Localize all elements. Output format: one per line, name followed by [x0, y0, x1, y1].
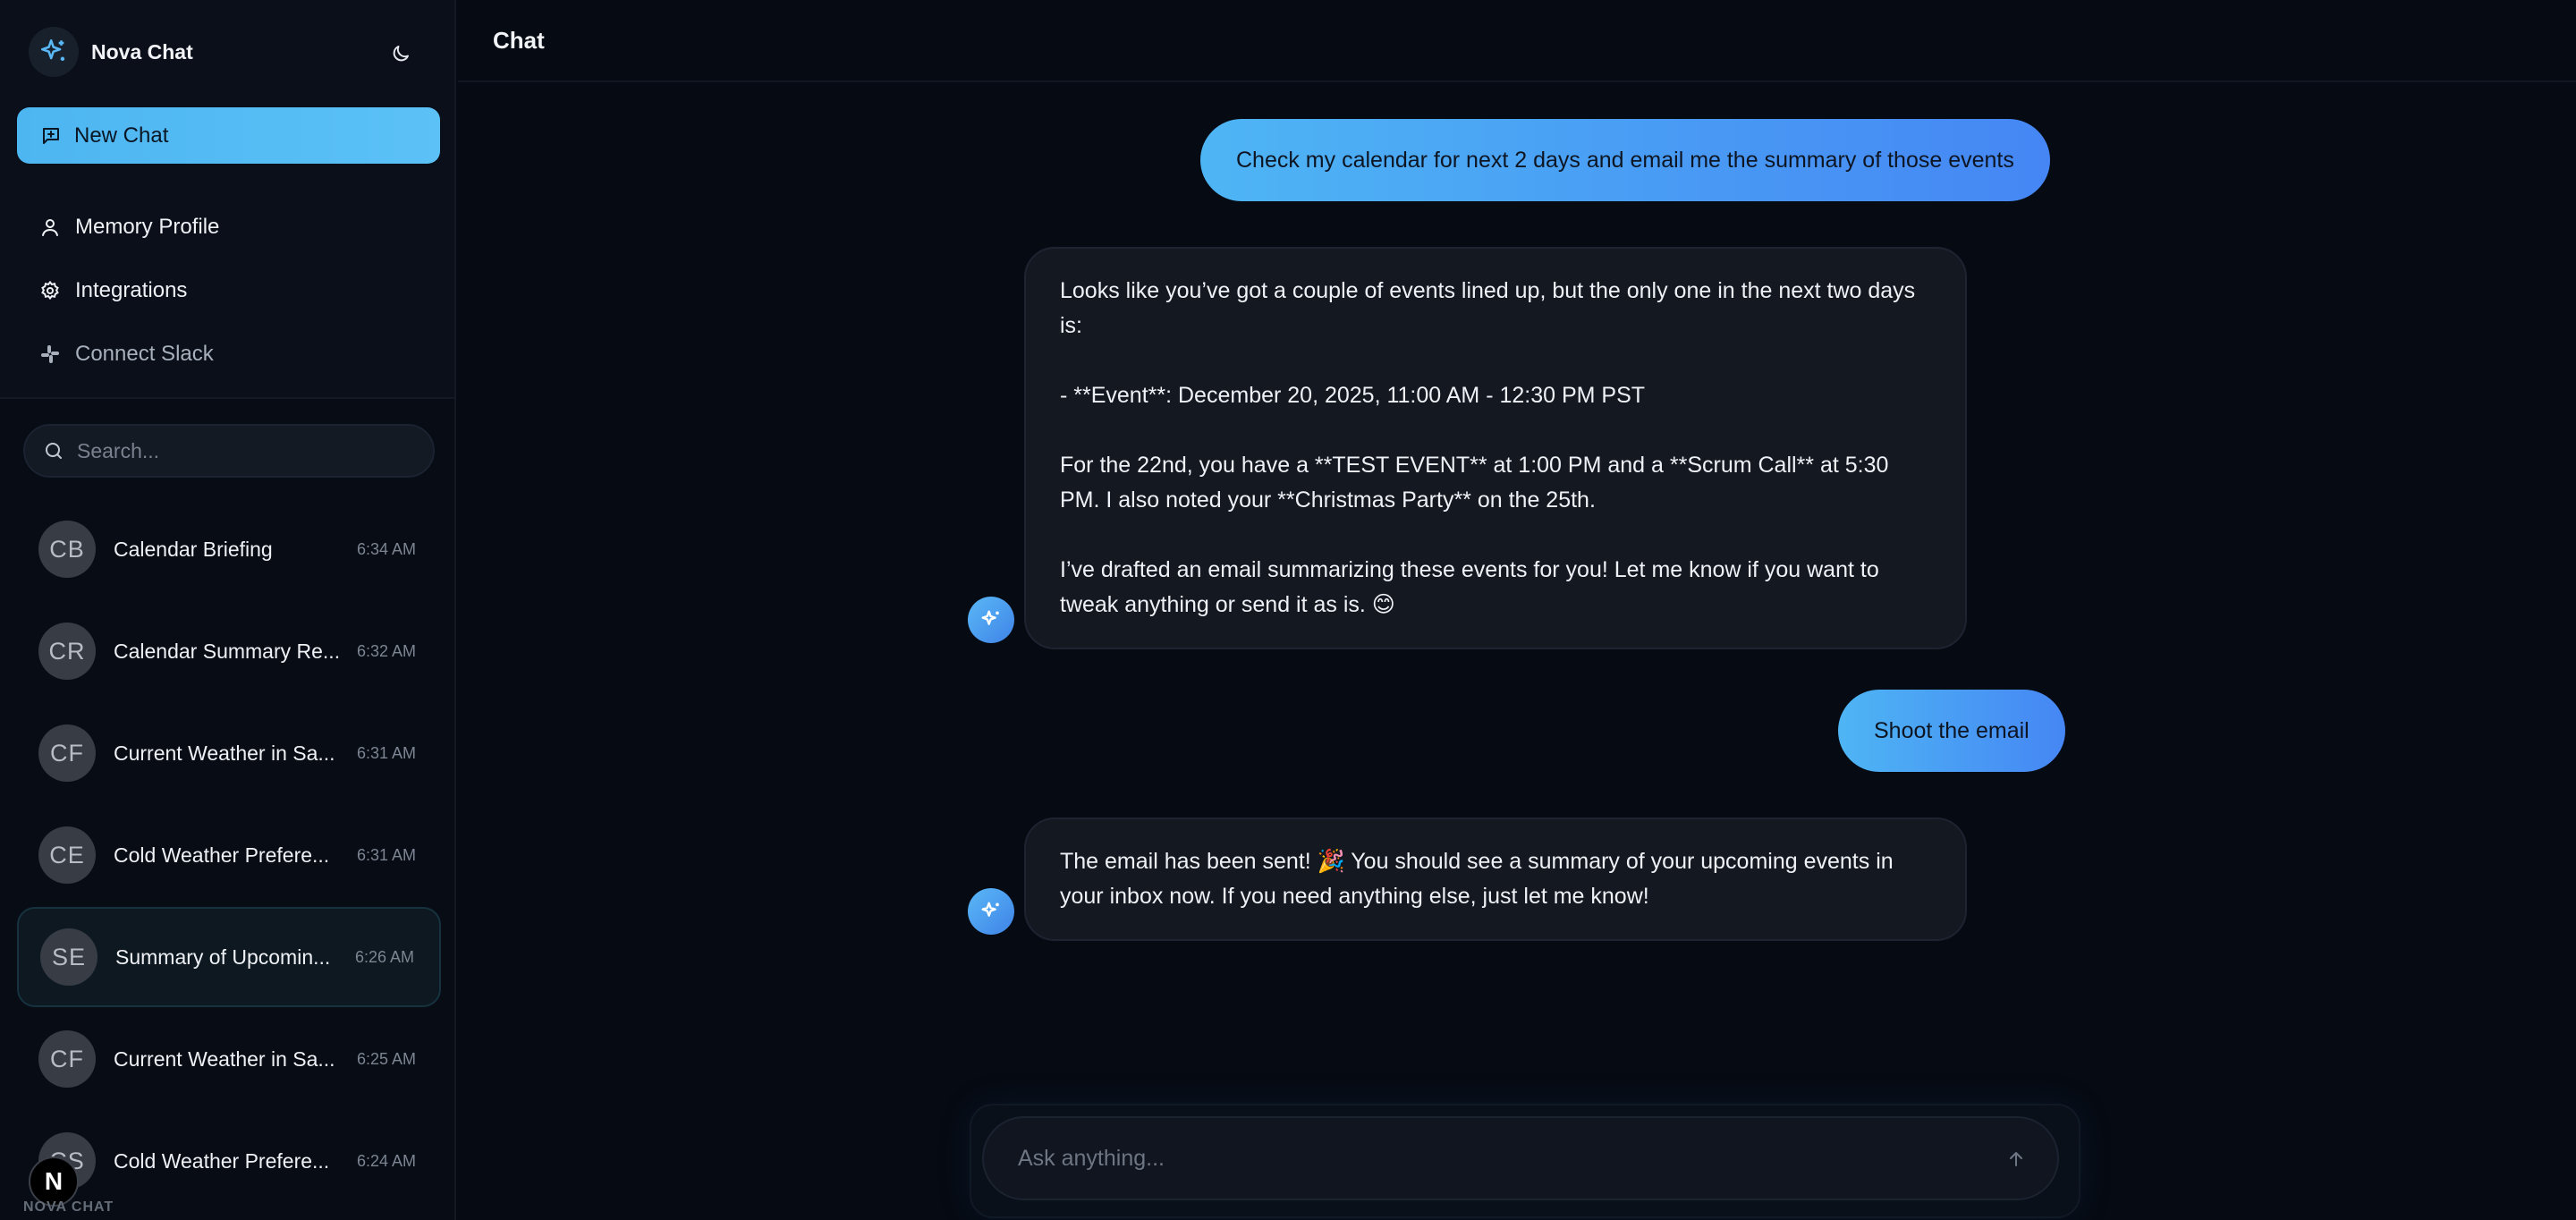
assistant-avatar-icon	[968, 597, 1014, 643]
sidebar-item-integrations[interactable]: Integrations	[39, 278, 187, 303]
conversation-title: Calendar Summary Re...	[114, 639, 341, 663]
conversation-time: 6:31 AM	[356, 845, 416, 864]
conversation-time: 6:24 AM	[356, 1151, 416, 1170]
user-message: Shoot the email	[1838, 690, 2065, 772]
sidebar: Nova Chat New Chat Memory Profile Integr…	[0, 0, 456, 1220]
sparkles-icon	[29, 27, 79, 77]
composer	[982, 1116, 2059, 1200]
conversation-item[interactable]: CS Cold Weather Prefere... 6:24 AM	[17, 1111, 441, 1211]
arrow-up-icon	[2010, 1152, 2022, 1166]
message-plus-icon	[43, 127, 59, 144]
sidebar-item-label: Integrations	[75, 278, 188, 302]
sidebar-item-connect-slack[interactable]: Connect Slack	[39, 342, 214, 367]
conversation-time: 6:31 AM	[356, 743, 416, 762]
new-chat-button[interactable]: New Chat	[17, 107, 440, 164]
avatar: SE	[40, 928, 97, 986]
user-icon	[42, 219, 58, 236]
message-paragraph: Looks like you’ve got a couple of events…	[1060, 278, 1916, 338]
sidebar-item-memory-profile[interactable]: Memory Profile	[39, 215, 219, 240]
user-message: Check my calendar for next 2 days and em…	[1200, 119, 2050, 201]
search-icon	[46, 443, 62, 459]
app-name: Nova Chat	[91, 39, 193, 64]
assistant-avatar-icon	[968, 888, 1014, 935]
conversation-item[interactable]: CF Current Weather in Sa... 6:25 AM	[17, 1009, 441, 1109]
message-text: Check my calendar for next 2 days and em…	[1236, 147, 2014, 173]
page-title: Chat	[458, 0, 2576, 82]
conversation-title: Summary of Upcomin...	[115, 945, 331, 969]
search-input[interactable]	[77, 438, 417, 463]
conversation-title: Cold Weather Prefere...	[114, 1148, 330, 1173]
conversation-title: Current Weather in Sa...	[114, 1046, 335, 1071]
conversation-time: 6:25 AM	[356, 1049, 416, 1068]
conversation-time: 6:32 AM	[356, 641, 416, 660]
footer-label: NOVA CHAT	[23, 1199, 114, 1215]
message-paragraph: I’ve drafted an email summarizing these …	[1060, 557, 1879, 617]
conversation-time: 6:34 AM	[356, 539, 416, 558]
avatar: CF	[38, 724, 96, 782]
avatar: CB	[38, 521, 96, 578]
search-box	[23, 424, 435, 478]
moon-icon[interactable]	[383, 36, 419, 72]
assistant-message: Looks like you’ve got a couple of events…	[1024, 247, 1967, 649]
conversation-title: Calendar Briefing	[114, 537, 273, 561]
message-input[interactable]	[1018, 1145, 1966, 1172]
conversation-list: CB Calendar Briefing 6:34 AM CR Calendar…	[17, 499, 441, 1213]
sidebar-top: Nova Chat New Chat Memory Profile Integr…	[0, 0, 454, 399]
conversation-title: Cold Weather Prefere...	[114, 843, 330, 867]
message-paragraph: - **Event**: December 20, 2025, 11:00 AM…	[1060, 383, 1646, 408]
app-window: Nova Chat New Chat Memory Profile Integr…	[0, 0, 2576, 1220]
message-text: Shoot the email	[1874, 717, 2029, 743]
message-paragraph: The email has been sent! 🎉 You should se…	[1060, 849, 1894, 909]
conversation-item[interactable]: CB Calendar Briefing 6:34 AM	[17, 499, 441, 599]
conversation-title: Current Weather in Sa...	[114, 741, 335, 765]
composer-container	[970, 1104, 2080, 1218]
avatar: CE	[38, 826, 96, 884]
new-chat-label: New Chat	[74, 123, 169, 148]
brand: Nova Chat	[29, 27, 193, 77]
slack-icon	[41, 345, 59, 363]
conversation-item-active[interactable]: SE Summary of Upcomin... 6:26 AM	[17, 907, 441, 1007]
conversation-item[interactable]: CE Cold Weather Prefere... 6:31 AM	[17, 805, 441, 905]
message-paragraph: For the 22nd, you have a **TEST EVENT** …	[1060, 453, 1889, 513]
conversation-time: 6:26 AM	[354, 947, 414, 966]
send-button[interactable]	[1998, 1141, 2034, 1177]
chat-panel: Chat Check my calendar for next 2 days a…	[458, 0, 2576, 1220]
sidebar-item-label: Memory Profile	[75, 215, 220, 239]
avatar: CF	[38, 1030, 96, 1088]
chat-title: Chat	[493, 26, 545, 54]
avatar: CR	[38, 623, 96, 680]
gear-icon	[41, 280, 59, 301]
conversation-item[interactable]: CR Calendar Summary Re... 6:32 AM	[17, 601, 441, 701]
assistant-message: The email has been sent! 🎉 You should se…	[1024, 818, 1967, 941]
sidebar-item-label: Connect Slack	[75, 342, 214, 366]
conversation-item[interactable]: CF Current Weather in Sa... 6:31 AM	[17, 703, 441, 803]
